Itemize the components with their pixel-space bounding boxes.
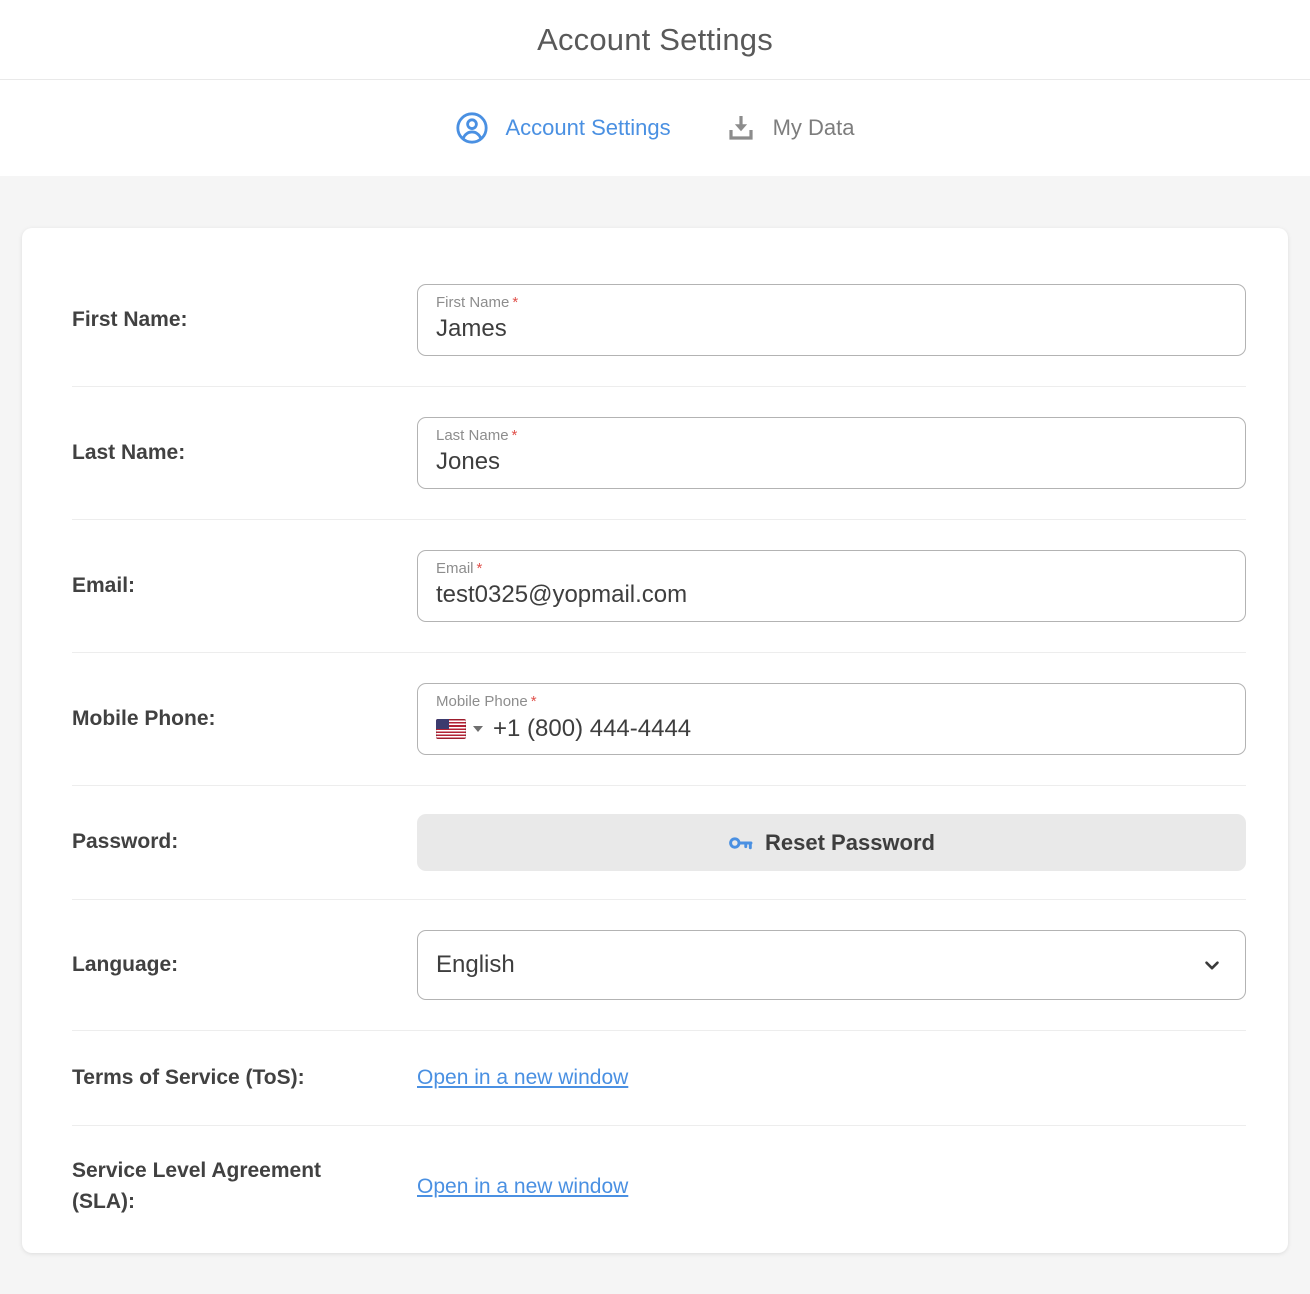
- mobile-phone-field[interactable]: Mobile Phone* +1 (800) 444-4444: [417, 683, 1246, 755]
- app-header: Account Settings: [0, 0, 1310, 80]
- first-name-row-label: First Name:: [72, 305, 417, 335]
- email-field[interactable]: Email*: [417, 550, 1246, 622]
- required-asterisk: *: [512, 427, 518, 444]
- first-name-field[interactable]: First Name*: [417, 284, 1246, 356]
- email-row-label: Email:: [72, 571, 417, 601]
- main-area: First Name: First Name* Last Name: Last …: [0, 176, 1310, 1253]
- us-flag-icon: [436, 719, 466, 739]
- last-name-input[interactable]: [436, 446, 1227, 476]
- reset-password-label: Reset Password: [765, 830, 935, 856]
- chevron-down-icon: [1201, 954, 1223, 976]
- mobile-phone-value[interactable]: +1 (800) 444-4444: [493, 715, 691, 743]
- mobile-phone-row: Mobile Phone: Mobile Phone* +1 (800) 444…: [72, 652, 1246, 785]
- mobile-phone-field-label: Mobile Phone: [436, 693, 528, 710]
- caret-down-icon: [473, 726, 483, 732]
- person-circle-icon: [455, 111, 489, 145]
- page-title: Account Settings: [537, 22, 773, 58]
- download-icon: [725, 112, 757, 144]
- sla-open-link[interactable]: Open in a new window: [417, 1175, 628, 1198]
- country-code-selector[interactable]: [436, 719, 483, 739]
- last-name-field-label: Last Name: [436, 427, 509, 444]
- mobile-phone-row-label: Mobile Phone:: [72, 704, 417, 734]
- password-row-label: Password:: [72, 827, 417, 857]
- required-asterisk: *: [512, 294, 518, 311]
- first-name-field-label: First Name: [436, 294, 509, 311]
- sla-row-label: Service Level Agreement (SLA):: [72, 1156, 417, 1217]
- tab-bar: Account Settings My Data: [0, 80, 1310, 176]
- reset-password-button[interactable]: Reset Password: [417, 814, 1246, 871]
- last-name-row: Last Name: Last Name*: [72, 386, 1246, 519]
- language-select[interactable]: English: [417, 930, 1246, 1000]
- sla-row: Service Level Agreement (SLA): Open in a…: [72, 1125, 1246, 1247]
- email-field-label: Email: [436, 560, 474, 577]
- email-input[interactable]: [436, 579, 1227, 609]
- first-name-input[interactable]: [436, 313, 1227, 343]
- tab-my-data-label: My Data: [773, 115, 855, 141]
- last-name-field[interactable]: Last Name*: [417, 417, 1246, 489]
- tab-account-settings[interactable]: Account Settings: [455, 111, 670, 145]
- email-row: Email: Email*: [72, 519, 1246, 652]
- language-row: Language: English: [72, 899, 1246, 1030]
- key-icon: [728, 830, 754, 856]
- tab-my-data[interactable]: My Data: [725, 112, 855, 144]
- tab-account-settings-label: Account Settings: [505, 115, 670, 141]
- required-asterisk: *: [477, 560, 483, 577]
- password-row: Password: Reset Password: [72, 785, 1246, 899]
- language-row-label: Language:: [72, 950, 417, 980]
- tos-row-label: Terms of Service (ToS):: [72, 1063, 417, 1093]
- tos-open-link[interactable]: Open in a new window: [417, 1066, 628, 1089]
- last-name-row-label: Last Name:: [72, 438, 417, 468]
- required-asterisk: *: [531, 693, 537, 710]
- tos-row: Terms of Service (ToS): Open in a new wi…: [72, 1030, 1246, 1125]
- first-name-row: First Name: First Name*: [72, 254, 1246, 386]
- account-settings-card: First Name: First Name* Last Name: Last …: [22, 228, 1288, 1253]
- language-selected-value: English: [436, 951, 515, 979]
